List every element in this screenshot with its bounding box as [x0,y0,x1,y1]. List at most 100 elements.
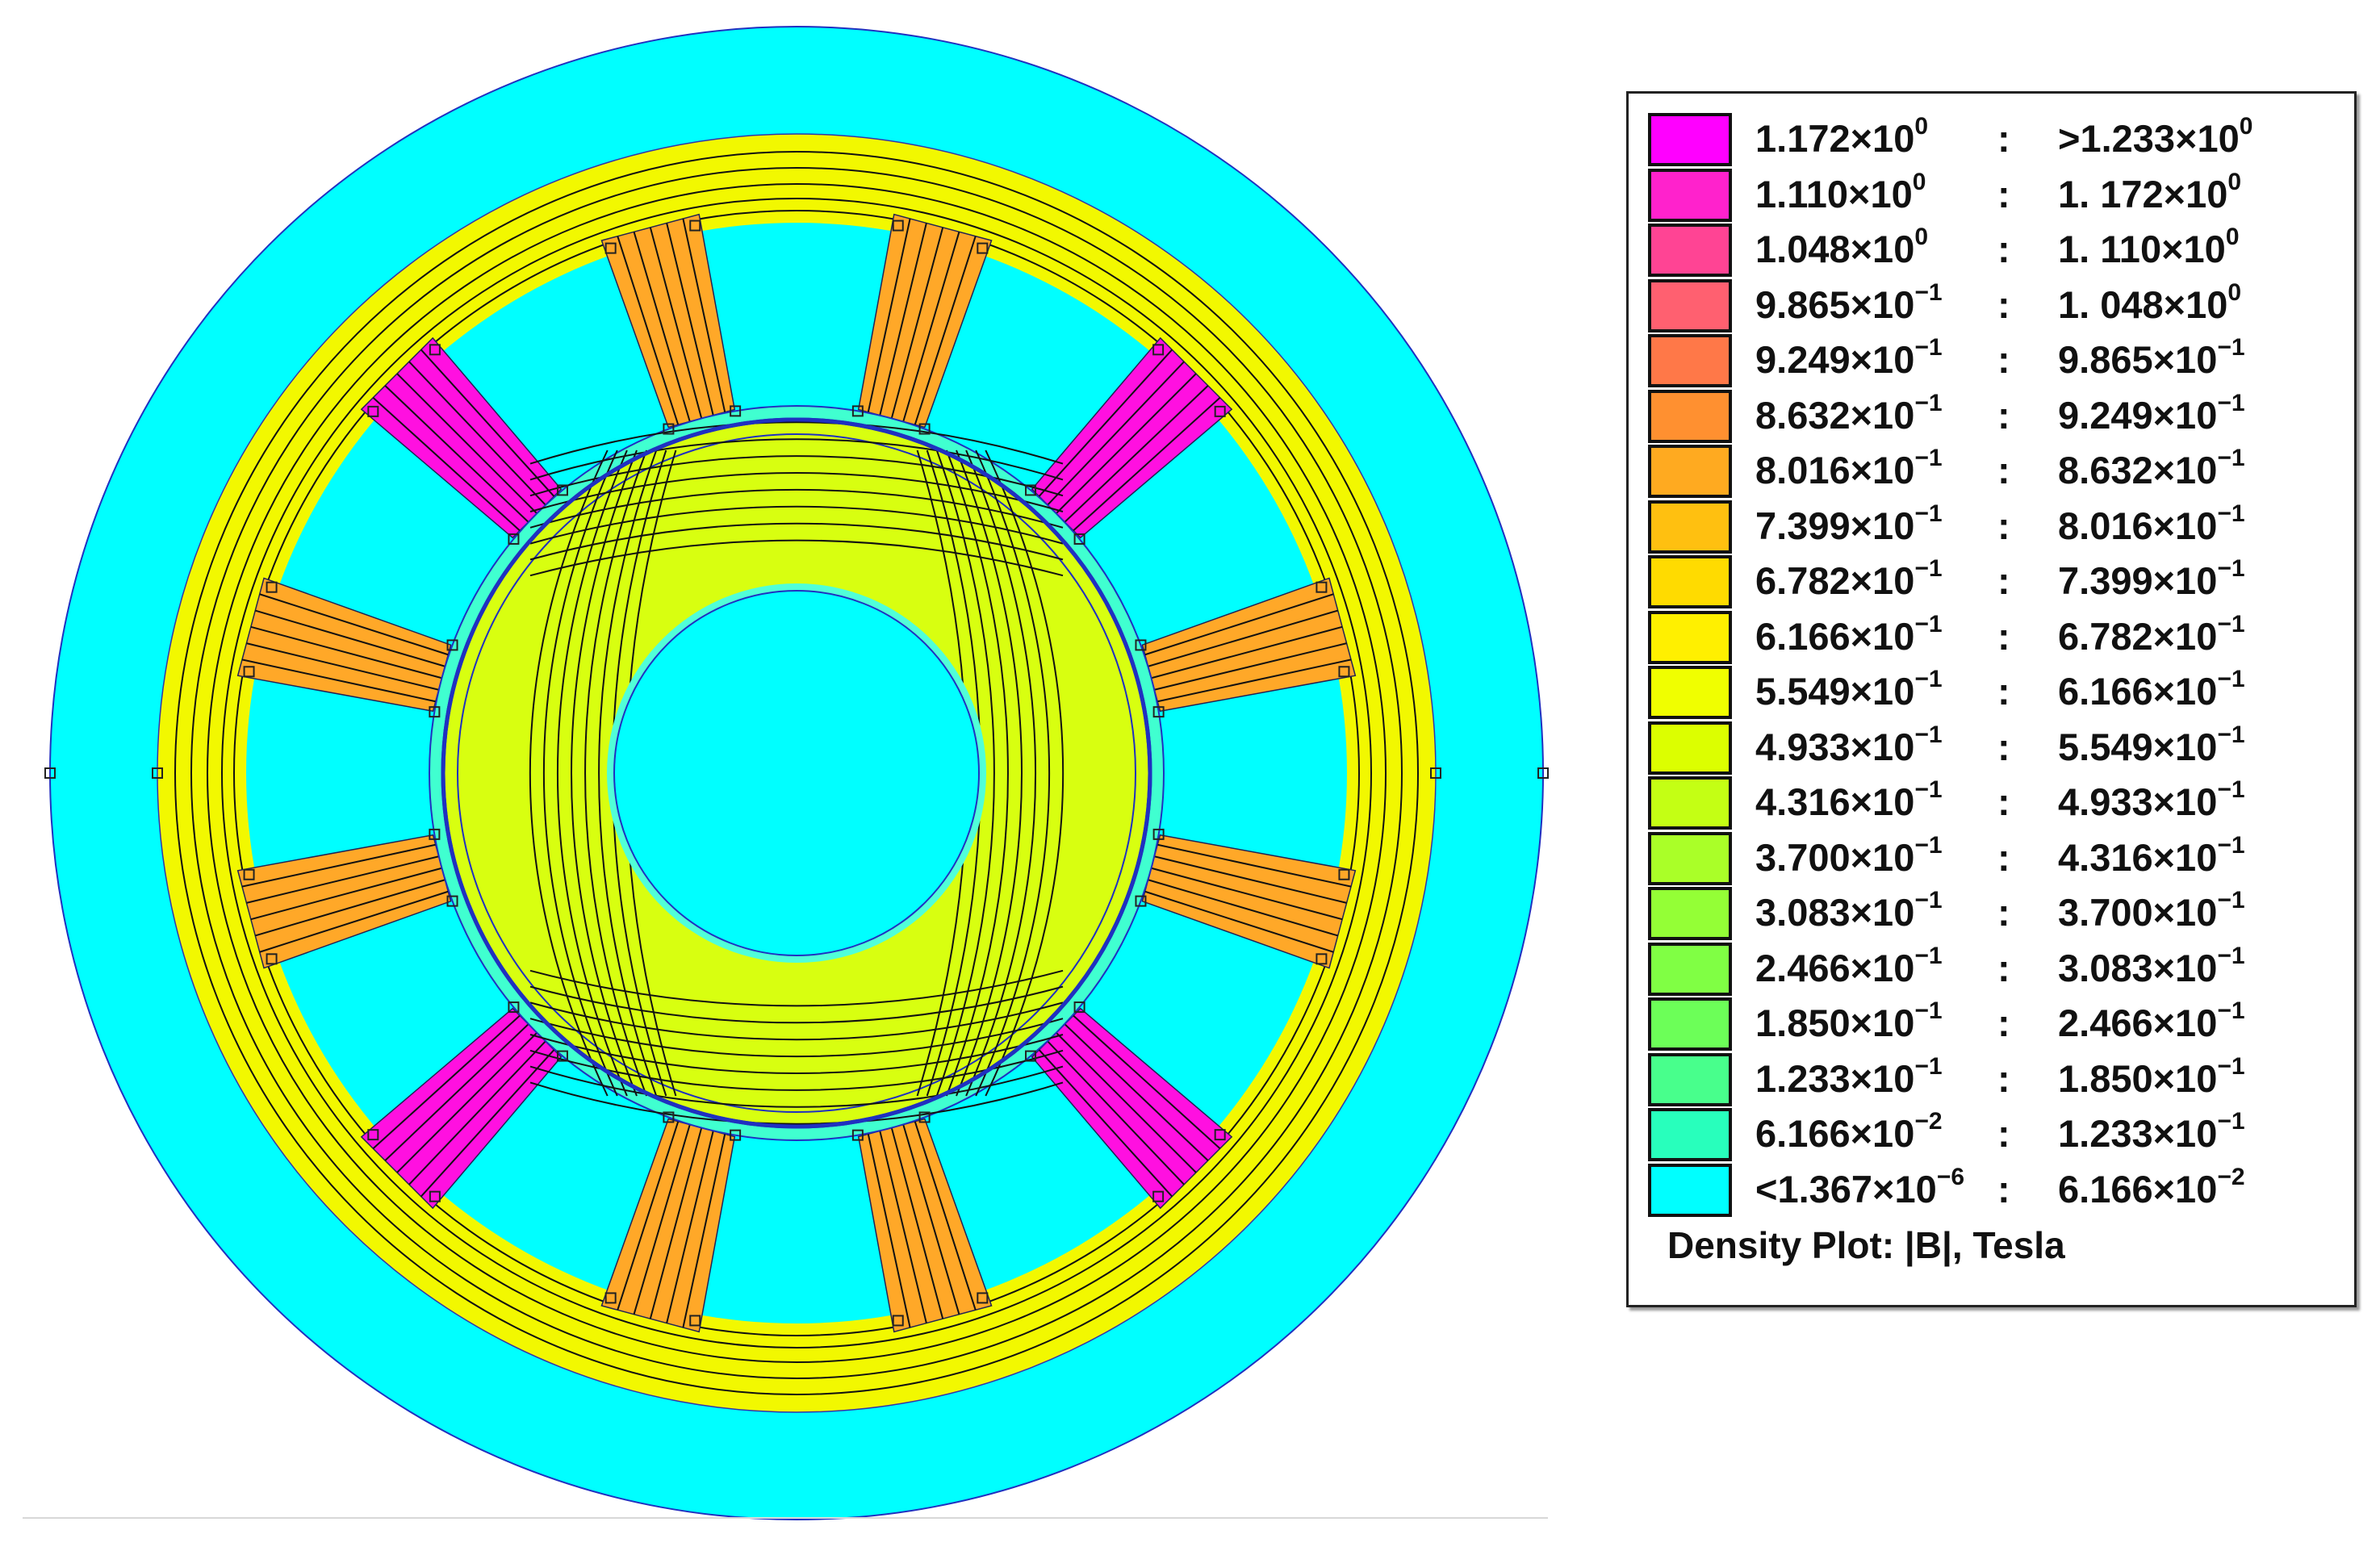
legend-range-low: 6.166×10−1 [1755,610,1943,658]
legend-row: 8.632×10−1 : 9.249×10−1 [1629,389,2354,445]
legend-separator: : [1997,1112,2010,1155]
legend-separator: : [1997,946,2010,989]
legend-row: <1.367×10−6 : 6.166×10−2 [1629,1163,2354,1219]
legend-separator: : [1997,1056,2010,1100]
legend-swatch [1648,168,1732,222]
legend-range-low: 3.083×10−1 [1755,887,1943,934]
legend-range-low: 6.782×10−1 [1755,555,1943,603]
legend-row: 3.083×10−1 : 3.700×10−1 [1629,887,2354,942]
legend-swatch [1648,1108,1732,1161]
legend-swatch [1648,224,1732,277]
legend-range-high: 6.166×10−2 [2058,1163,2245,1210]
legend-separator: : [1997,117,2010,160]
legend-range-low: 9.865×10−1 [1755,278,1943,326]
legend-swatch [1648,997,1732,1051]
legend-separator: : [1997,449,2010,491]
legend-range-high: 9.249×10−1 [2058,389,2245,437]
legend-swatch [1648,445,1732,498]
legend-range-low: 3.700×10−1 [1755,831,1943,879]
legend-range-high: >1.233×100 [2058,113,2253,161]
legend-range-high: 9.865×10−1 [2058,334,2245,382]
legend-row: 1.233×10−1 : 1.850×10−1 [1629,1052,2354,1108]
legend-range-high: 1. 172×100 [2058,168,2242,215]
legend-range-low: 2.466×10−1 [1755,942,1943,989]
legend-range-low: 9.249×10−1 [1755,334,1943,382]
legend-range-high: 3.700×10−1 [2058,887,2245,934]
legend-separator: : [1997,614,2010,658]
legend-range-high: 6.782×10−1 [2058,610,2245,658]
legend-swatch [1648,776,1732,830]
legend-swatch [1648,1052,1732,1106]
legend-range-high: 8.016×10−1 [2058,500,2245,547]
legend-range-low: 8.632×10−1 [1755,389,1943,437]
legend-swatch [1648,1163,1732,1217]
legend-range-high: 2.466×10−1 [2058,997,2245,1045]
legend-separator: : [1997,228,2010,270]
legend-swatch [1648,555,1732,608]
legend-range-high: 7.399×10−1 [2058,555,2245,603]
legend-row: 1.110×100 : 1. 172×100 [1629,168,2354,224]
legend-separator: : [1997,1001,2010,1044]
legend-swatch [1648,389,1732,443]
legend-separator: : [1997,725,2010,768]
legend-row: 4.933×10−1 : 5.549×10−1 [1629,721,2354,776]
legend-row: 2.466×10−1 : 3.083×10−1 [1629,942,2354,997]
flux-density-plot [44,26,1549,1520]
legend-separator: : [1997,670,2010,713]
legend-range-low: 8.016×10−1 [1755,445,1943,492]
density-legend: 1.172×100 : >1.233×100 1.110×100 : 1. 17… [1626,91,2357,1307]
legend-row: 3.700×10−1 : 4.316×10−1 [1629,831,2354,887]
legend-range-low: 7.399×10−1 [1755,500,1943,547]
legend-range-high: 4.933×10−1 [2058,776,2245,824]
legend-separator: : [1997,835,2010,879]
legend-range-low: 4.933×10−1 [1755,721,1943,768]
legend-range-high: 1.850×10−1 [2058,1052,2245,1100]
legend-separator: : [1997,338,2010,381]
legend-range-high: 1. 110×100 [2058,224,2240,271]
legend-separator: : [1997,393,2010,437]
legend-swatch [1648,666,1732,719]
legend-row: 1.850×10−1 : 2.466×10−1 [1629,997,2354,1052]
legend-swatch [1648,887,1732,940]
legend-separator: : [1997,559,2010,602]
legend-range-high: 5.549×10−1 [2058,721,2245,768]
legend-swatch [1648,831,1732,885]
legend-row: 1.048×100 : 1. 110×100 [1629,224,2354,278]
legend-separator: : [1997,1167,2010,1210]
legend-separator: : [1997,172,2010,215]
legend-range-low: 6.166×10−2 [1755,1108,1943,1156]
legend-title: Density Plot: |B|, Tesla [1667,1224,2065,1266]
legend-swatch [1648,113,1732,166]
shaft [613,590,980,956]
legend-range-low: 1.233×10−1 [1755,1052,1943,1100]
divider-line [23,1517,1548,1519]
legend-row: 6.166×10−1 : 6.782×10−1 [1629,610,2354,666]
legend-swatch [1648,500,1732,554]
legend-row: 7.399×10−1 : 8.016×10−1 [1629,500,2354,555]
legend-separator: : [1997,282,2010,326]
legend-range-low: 1.110×100 [1755,168,1926,215]
legend-range-high: 4.316×10−1 [2058,831,2245,879]
legend-row: 6.782×10−1 : 7.399×10−1 [1629,555,2354,610]
legend-swatch [1648,278,1732,332]
legend-row: 8.016×10−1 : 8.632×10−1 [1629,445,2354,500]
legend-range-high: 1.233×10−1 [2058,1108,2245,1156]
legend-range-high: 6.166×10−1 [2058,666,2245,713]
legend-row: 1.172×100 : >1.233×100 [1629,113,2354,168]
legend-range-low: 1.850×10−1 [1755,997,1943,1045]
legend-row: 5.549×10−1 : 6.166×10−1 [1629,666,2354,721]
legend-row: 6.166×10−2 : 1.233×10−1 [1629,1108,2354,1163]
legend-range-low: 1.172×100 [1755,113,1929,161]
legend-swatch [1648,942,1732,996]
legend-swatch [1648,721,1732,775]
legend-range-low: 5.549×10−1 [1755,666,1943,713]
legend-separator: : [1997,891,2010,934]
legend-range-high: 8.632×10−1 [2058,445,2245,492]
legend-row: 9.249×10−1 : 9.865×10−1 [1629,334,2354,389]
legend-range-low: <1.367×10−6 [1755,1163,1965,1210]
legend-swatch [1648,610,1732,664]
legend-separator: : [1997,780,2010,823]
legend-row: 9.865×10−1 : 1. 048×100 [1629,278,2354,334]
legend-range-high: 3.083×10−1 [2058,942,2245,989]
legend-row: 4.316×10−1 : 4.933×10−1 [1629,776,2354,831]
